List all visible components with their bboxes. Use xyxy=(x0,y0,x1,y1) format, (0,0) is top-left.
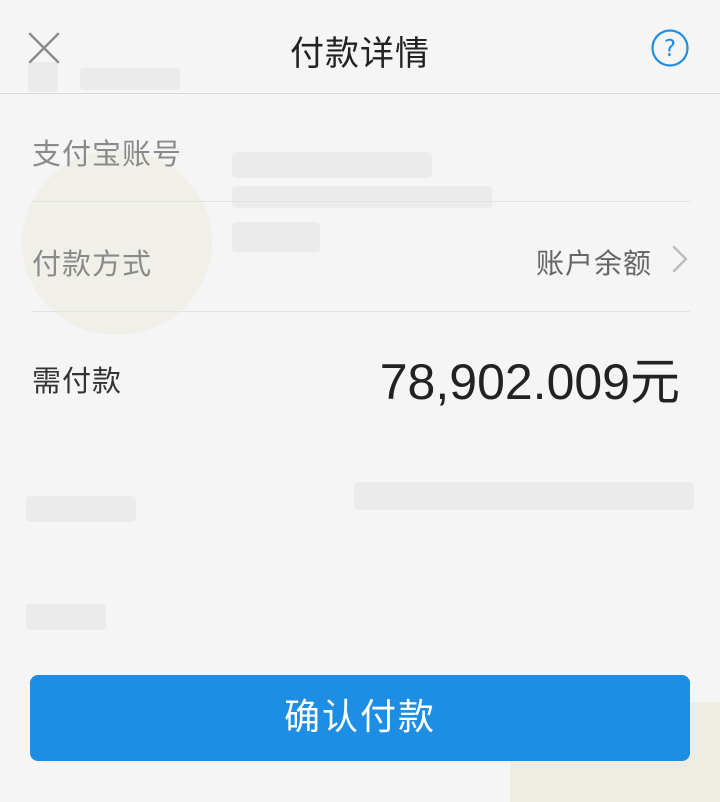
help-button[interactable]: ? xyxy=(650,28,690,68)
background-blur-shape xyxy=(26,604,106,630)
divider xyxy=(32,311,690,312)
background-blur-shape xyxy=(26,496,136,522)
page-title: 付款详情 xyxy=(290,34,430,74)
amount-due-row: 需付款 78,902.009元 xyxy=(0,318,720,426)
payment-details-sheet: 付款详情 ? 支付宝账号 付款方式 账户余额 需付款 78,902.009元 确… xyxy=(0,0,720,802)
payment-method-value: 账户余额 xyxy=(535,247,652,280)
divider xyxy=(32,201,690,202)
amount-due-label: 需付款 xyxy=(32,364,123,398)
header-bar: 付款详情 ? xyxy=(0,0,720,94)
alipay-account-label: 支付宝账号 xyxy=(32,137,183,171)
background-blur-shape xyxy=(354,482,694,510)
alipay-account-row: 支付宝账号 xyxy=(0,95,720,203)
svg-text:?: ? xyxy=(664,36,676,62)
confirm-payment-button[interactable]: 确认付款 xyxy=(30,675,690,761)
help-circle-icon: ? xyxy=(651,29,689,67)
payment-method-label: 付款方式 xyxy=(32,247,153,281)
chevron-right-icon xyxy=(670,242,690,276)
amount-due-value: 78,902.009元 xyxy=(379,354,680,410)
payment-method-row[interactable]: 付款方式 账户余额 xyxy=(0,205,720,313)
